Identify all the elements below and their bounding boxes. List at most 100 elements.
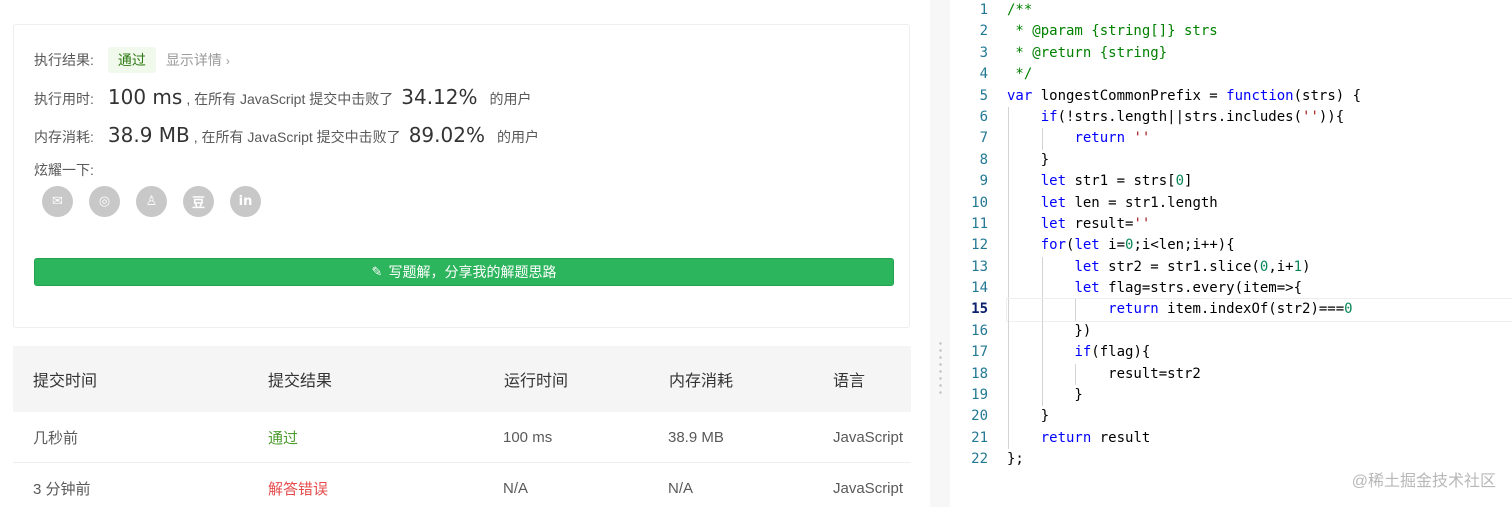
line-number: 20 xyxy=(971,408,988,425)
code-line[interactable]: let result='' xyxy=(1007,213,1512,236)
line-number: 3 xyxy=(979,44,988,61)
pane-splitter[interactable] xyxy=(930,0,950,507)
code-line[interactable]: return result xyxy=(1007,427,1512,450)
indent-guide xyxy=(1008,213,1009,236)
indent-guide xyxy=(1041,342,1043,364)
row-result[interactable]: 解答错误 xyxy=(268,478,328,499)
douban-icon[interactable]: 豆 xyxy=(183,186,214,217)
watermark: @稀土掘金技术社区 xyxy=(1351,473,1496,490)
row-result[interactable]: 通过 xyxy=(268,427,298,448)
line-number: 16 xyxy=(971,322,988,339)
code-line[interactable]: let flag=strs.every(item=>{ xyxy=(1007,278,1512,300)
header-runtime[interactable]: 运行时间 xyxy=(504,367,568,391)
code-text: }) xyxy=(1007,322,1092,339)
indent-guide xyxy=(1008,385,1009,407)
table-header: 提交时间 提交结果 运行时间 内存消耗 语言 xyxy=(13,346,911,412)
weibo-icon[interactable]: ◎ xyxy=(89,186,120,217)
code-line[interactable]: * @return {string} xyxy=(1007,43,1512,64)
code-text: } xyxy=(1007,387,1083,404)
line-number: 7 xyxy=(979,130,988,147)
memory-text: , 在所有 JavaScript 提交中击败了 xyxy=(193,129,401,145)
line-number: 13 xyxy=(971,258,988,275)
code-text: let str2 = str1.slice(0,i+1) xyxy=(1074,258,1311,275)
indent-guide xyxy=(1041,299,1043,321)
indent-guide xyxy=(1008,171,1009,193)
code-text: return '' xyxy=(1074,130,1151,147)
header-language[interactable]: 语言 xyxy=(833,367,865,391)
indent-guide xyxy=(1008,427,1009,450)
header-memory[interactable]: 内存消耗 xyxy=(669,367,733,391)
line-number: 21 xyxy=(971,429,988,446)
code-line[interactable]: } xyxy=(1007,149,1512,172)
line-number: 8 xyxy=(979,151,988,168)
code-line[interactable]: var longestCommonPrefix = function(strs)… xyxy=(1007,86,1512,107)
code-line[interactable]: let str1 = strs[0] xyxy=(1007,171,1512,193)
line-number: 11 xyxy=(971,215,988,232)
code-line[interactable]: } xyxy=(1007,385,1512,407)
table-row[interactable]: 几秒前 通过 100 ms 38.9 MB JavaScript xyxy=(13,412,911,463)
code-text: } xyxy=(1007,151,1050,168)
indent-guide xyxy=(1008,363,1009,386)
code-text: /** xyxy=(1007,2,1033,18)
line-number: 4 xyxy=(979,66,988,83)
row-time: 3 分钟前 xyxy=(33,480,91,498)
table-row[interactable]: 3 分钟前 解答错误 N/A N/A JavaScript xyxy=(13,463,911,507)
status-badge: 通过 xyxy=(107,47,156,73)
line-number: 2 xyxy=(979,23,988,40)
code-area[interactable]: /** * @param {string[]} strs * @return {… xyxy=(1006,0,1512,471)
linkedin-icon[interactable]: in xyxy=(230,186,261,217)
code-line[interactable]: }) xyxy=(1007,320,1512,343)
code-text: if(flag){ xyxy=(1074,344,1151,361)
memory-suffix: 的用户 xyxy=(496,129,539,145)
code-line[interactable]: */ xyxy=(1007,64,1512,85)
code-line[interactable]: return item.indexOf(str2)===0 xyxy=(1006,298,1512,322)
share-icons: ✉ ◎ ♙ 豆 in xyxy=(42,186,261,217)
row-language: JavaScript xyxy=(833,479,904,497)
runtime-percent: 34.12% xyxy=(401,85,478,109)
line-number: 9 xyxy=(979,173,988,190)
drag-handle-icon[interactable] xyxy=(939,340,942,396)
code-line[interactable]: result=str2 xyxy=(1007,363,1512,386)
write-solution-button[interactable]: ✎ 写题解，分享我的解题思路 xyxy=(34,258,894,286)
header-submit-result[interactable]: 提交结果 xyxy=(268,367,332,391)
code-text: let result='' xyxy=(1040,215,1151,232)
row-memory: N/A xyxy=(668,479,694,497)
line-number: 22 xyxy=(971,451,988,468)
line-number: 18 xyxy=(971,365,988,382)
code-line[interactable]: } xyxy=(1007,406,1512,428)
row-time: 几秒前 xyxy=(33,429,79,447)
runtime-label: 执行用时: xyxy=(34,91,94,107)
indent-guide xyxy=(1008,342,1009,364)
code-text: return result xyxy=(1040,429,1151,446)
code-line[interactable]: * @param {string[]} strs xyxy=(1007,21,1512,42)
line-number: 12 xyxy=(971,237,988,254)
show-details-link[interactable]: 显示详情 › xyxy=(166,50,230,70)
indent-guide xyxy=(1041,385,1043,407)
left-pane: 执行结果: 通过 显示详情 › 执行用时: 100 ms , 在所有 JavaSc… xyxy=(0,0,930,507)
show-details-label: 显示详情 xyxy=(165,52,222,68)
line-number: 5 xyxy=(979,87,988,104)
code-text: result=str2 xyxy=(1007,365,1201,382)
code-line[interactable]: for(let i=0;i<len;i++){ xyxy=(1007,235,1512,257)
row-memory: 38.9 MB xyxy=(668,428,724,446)
code-line[interactable]: return '' xyxy=(1007,128,1512,150)
write-solution-label: 写题解，分享我的解题思路 xyxy=(388,264,557,280)
code-line[interactable]: let len = str1.length xyxy=(1007,192,1512,214)
code-line[interactable]: /** xyxy=(1007,0,1512,21)
line-number-gutter: 1 2 3 4 5 6 7 8 9 10 11 12 13 14 15 16 17 18 19 20 21 22 xyxy=(950,0,998,471)
code-line[interactable]: let str2 = str1.slice(0,i+1) xyxy=(1007,256,1512,279)
header-submit-time[interactable]: 提交时间 xyxy=(33,367,97,391)
indent-guide xyxy=(1008,235,1009,257)
wechat-icon[interactable]: ✉ xyxy=(42,186,73,217)
submissions-table: 提交时间 提交结果 运行时间 内存消耗 语言 几秒前 通过 100 ms 38.… xyxy=(13,346,911,507)
code-line[interactable]: if(flag){ xyxy=(1007,342,1512,364)
indent-guide xyxy=(1008,299,1009,321)
code-editor[interactable]: 1 2 3 4 5 6 7 8 9 10 11 12 13 14 15 16 17 18 19 20 21 22 /** … xyxy=(950,0,1512,507)
qq-icon[interactable]: ♙ xyxy=(136,186,167,217)
indent-guide xyxy=(1075,363,1077,386)
indent-guide xyxy=(1008,106,1009,129)
code-text: let flag=strs.every(item=>{ xyxy=(1074,280,1303,297)
code-text: * @param {string[]} strs xyxy=(1007,23,1218,40)
code-line[interactable]: if(!strs.length||strs.includes('')){ xyxy=(1007,106,1512,129)
indent-guide xyxy=(1041,256,1043,279)
